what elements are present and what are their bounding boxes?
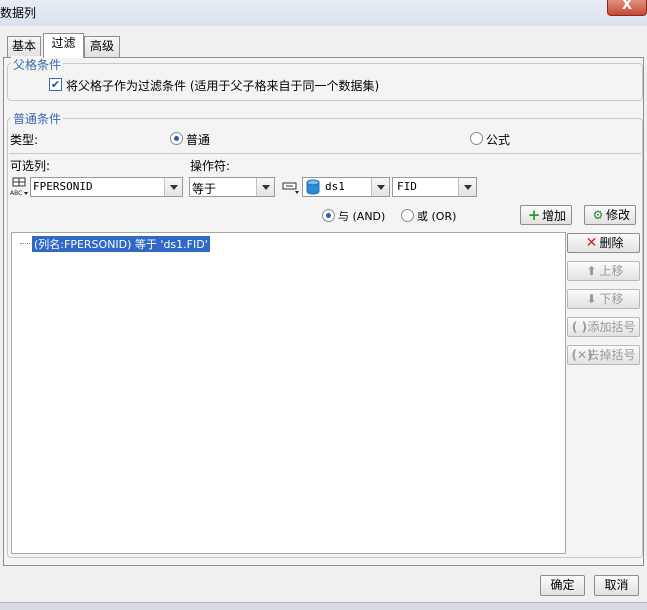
or-label: 或 (OR) [417, 210, 457, 223]
operator-label: 操作符: [190, 159, 231, 173]
and-label: 与 (AND) [338, 210, 386, 223]
tab-basic-label: 基本 [11, 39, 36, 53]
type-formula-label: 公式 [486, 133, 511, 147]
move-up-label: 上移 [599, 264, 624, 278]
delete-button[interactable]: ✕ 删除 [567, 233, 640, 253]
edit-icon: ⚙ [592, 208, 604, 222]
column-select[interactable]: FPERSONID [30, 177, 183, 197]
arrow-down-icon: ⬇ [586, 292, 597, 306]
move-down-label: 下移 [599, 292, 624, 306]
parent-filter-label: 将父格子作为过滤条件 (适用于父子格来自于同一个数据集) [66, 79, 380, 93]
check-icon: ✔ [50, 78, 61, 91]
database-icon [305, 179, 321, 195]
add-condition-button[interactable]: + 增加 [520, 205, 572, 225]
arrow-up-icon: ⬆ [586, 264, 597, 278]
tab-advanced-label: 高级 [89, 39, 114, 53]
ok-button[interactable]: 确定 [540, 575, 585, 596]
cancel-label: 取消 [604, 578, 629, 592]
parent-filter-checkbox[interactable]: ✔ [49, 78, 62, 91]
delete-label: 删除 [599, 236, 624, 250]
plus-icon: + [527, 206, 541, 224]
window-title: 数据列 [0, 6, 37, 20]
modify-condition-button[interactable]: ⚙ 修改 [584, 205, 636, 225]
move-down-button[interactable]: ⬇ 下移 [567, 289, 640, 309]
add-bracket-button[interactable]: ( )添加括号 [567, 317, 640, 337]
tab-basic[interactable]: 基本 [7, 36, 41, 57]
column-select-value: FPERSONID [33, 180, 93, 193]
tab-advanced[interactable]: 高级 [84, 36, 120, 57]
delete-x-icon: ✕ [585, 235, 598, 251]
dataset-select-value: ds1 [325, 180, 345, 193]
remove-bracket-icon: (✕) [571, 348, 593, 362]
type-formula-radio[interactable] [470, 132, 483, 145]
and-radio[interactable] [322, 209, 335, 222]
divider [9, 153, 641, 154]
tab-filter[interactable]: 过滤 [43, 33, 84, 58]
parent-condition-legend: 父格条件 [11, 56, 64, 73]
close-button[interactable]: X [607, 0, 647, 16]
move-up-button[interactable]: ⬆ 上移 [567, 261, 640, 281]
title-bar: 数据列 X [0, 0, 647, 26]
chevron-down-icon[interactable] [164, 178, 182, 196]
tree-connector [20, 243, 30, 244]
field-select[interactable]: FID [392, 177, 477, 197]
column-label: 可选列: [10, 159, 51, 173]
chevron-down-icon[interactable] [458, 178, 476, 196]
chevron-down-icon[interactable] [371, 178, 389, 196]
condition-list[interactable]: (列名:FPERSONID) 等于 'ds1.FID' [11, 232, 566, 554]
normal-condition-legend: 普通条件 [11, 110, 64, 127]
operator-select-value: 等于 [192, 182, 217, 196]
chevron-down-icon[interactable] [256, 178, 274, 196]
type-label: 类型: [10, 133, 39, 147]
value-type-icon[interactable] [281, 178, 301, 196]
list-item[interactable]: (列名:FPERSONID) 等于 'ds1.FID' [32, 236, 210, 252]
cancel-button[interactable]: 取消 [594, 575, 639, 596]
operator-select[interactable]: 等于 [189, 177, 275, 197]
tab-filter-label: 过滤 [51, 36, 76, 50]
add-bracket-label: 添加括号 [587, 320, 636, 334]
type-normal-label: 普通 [186, 133, 211, 147]
modify-condition-label: 修改 [605, 208, 630, 222]
svg-text:ABC: ABC [10, 190, 22, 197]
remove-bracket-button[interactable]: (✕)去掉括号 [567, 345, 640, 365]
add-condition-label: 增加 [541, 209, 566, 223]
column-type-icon[interactable]: ABC [10, 177, 29, 197]
dataset-select[interactable]: ds1 [302, 177, 390, 197]
ok-label: 确定 [550, 578, 575, 592]
or-radio[interactable] [401, 209, 414, 222]
field-select-value: FID [397, 180, 417, 193]
remove-bracket-label: 去掉括号 [587, 348, 636, 362]
status-bar [0, 602, 647, 610]
bracket-icon: ( ) [571, 320, 588, 334]
type-normal-radio[interactable] [170, 132, 183, 145]
close-icon: X [621, 0, 633, 13]
